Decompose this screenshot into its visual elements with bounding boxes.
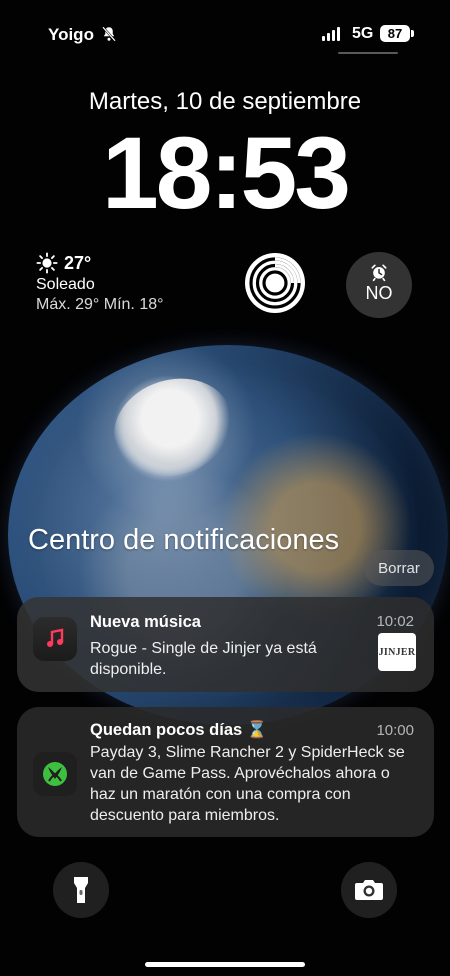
flashlight-icon (74, 877, 88, 903)
music-app-icon (33, 617, 77, 661)
signal-icon (322, 27, 340, 41)
weather-condition: Soleado (36, 276, 95, 293)
notification-card-music[interactable]: Nueva música 10:02 Rogue - Single de Jin… (17, 597, 434, 692)
alarm-widget[interactable]: NO (346, 252, 412, 318)
activity-rings-icon[interactable] (242, 250, 308, 316)
notification-time: 10:00 (376, 722, 414, 739)
notification-time: 10:02 (376, 613, 414, 630)
weather-temperature: 27° (64, 252, 92, 273)
clear-notifications-button[interactable]: Borrar (364, 550, 434, 586)
music-note-icon (47, 628, 64, 647)
camera-button[interactable] (341, 862, 397, 918)
sun-icon (36, 252, 58, 274)
alarm-icon (371, 264, 387, 282)
weather-range: Máx. 29° Mín. 18° (36, 296, 164, 313)
notification-body: Payday 3, Slime Rancher 2 y SpiderHeck s… (90, 744, 405, 824)
battery-indicator: 87 (380, 25, 414, 42)
notification-title: Nueva música (90, 613, 201, 631)
home-indicator[interactable] (145, 962, 305, 967)
control-center-grabber[interactable] (338, 52, 398, 54)
notification-card-gamepass[interactable]: Quedan pocos días ⌛ 10:00 Payday 3, Slim… (17, 707, 434, 837)
xbox-icon (43, 762, 67, 786)
album-thumbnail: JINJER (378, 633, 416, 671)
notification-center-title: Centro de notificaciones (28, 524, 340, 556)
alarm-label: NO (365, 283, 393, 303)
network-type: 5G (352, 25, 374, 42)
carrier-name: Yoigo (48, 25, 94, 44)
bell-slash-icon (102, 26, 116, 42)
notification-title: Quedan pocos días ⌛ (90, 721, 268, 739)
lockscreen-date: Martes, 10 de septiembre (88, 88, 362, 115)
weather-widget[interactable]: 27° Soleado Máx. 29° Mín. 18° (36, 252, 216, 315)
camera-icon (355, 880, 383, 900)
status-bar: Yoigo 5G 87 (0, 0, 450, 60)
lockscreen-time: 18:53 (102, 116, 351, 230)
xbox-app-icon (33, 752, 77, 796)
notification-body: Rogue - Single de Jinjer ya está disponi… (90, 640, 317, 678)
flashlight-button[interactable] (53, 862, 109, 918)
